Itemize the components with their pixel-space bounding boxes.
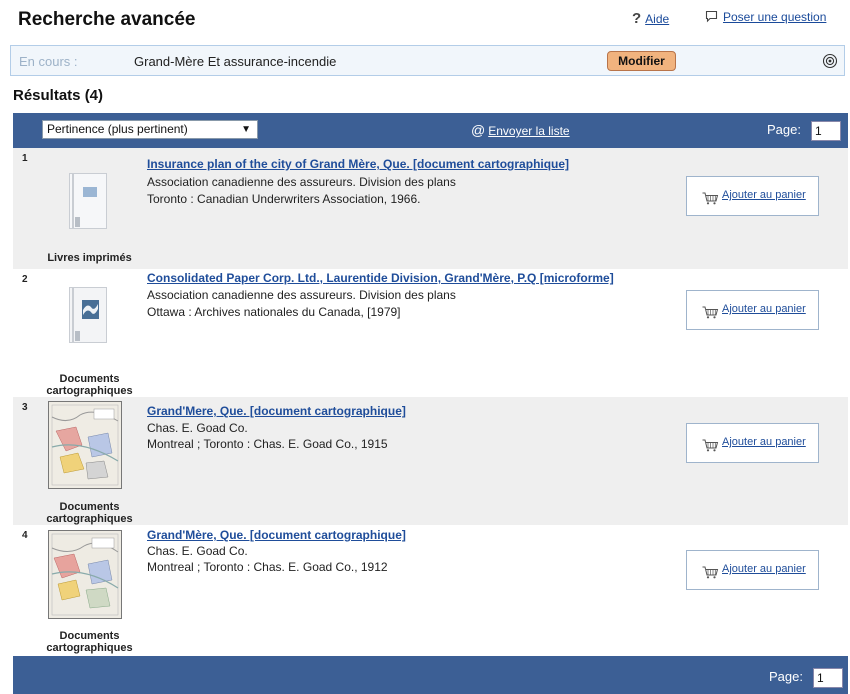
add-to-cart-button[interactable]: Ajouter au panier	[686, 550, 819, 590]
help-icon: ?	[632, 10, 642, 27]
result-publication: Montreal ; Toronto : Chas. E. Goad Co., …	[147, 437, 388, 451]
result-publication: Ottawa : Archives nationales du Canada, …	[147, 305, 401, 319]
result-row: 1 Livres imprimés Insurance plan of the …	[13, 148, 848, 269]
cart-icon	[702, 306, 719, 319]
page-input[interactable]: 1	[813, 668, 843, 688]
result-title-link[interactable]: Insurance plan of the city of Grand Mère…	[147, 157, 569, 171]
cart-icon	[702, 192, 719, 205]
result-number: 4	[22, 530, 28, 541]
document-type: Documents cartographiques	[46, 373, 133, 397]
add-to-cart-label: Ajouter au panier	[722, 563, 806, 575]
add-to-cart-button[interactable]: Ajouter au panier	[686, 290, 819, 330]
result-number: 2	[22, 274, 28, 285]
result-title-link[interactable]: Grand'Mère, Que. [document cartographiqu…	[147, 528, 406, 542]
results-title: Résultats (4)	[13, 87, 104, 104]
result-author: Association canadienne des assureurs. Di…	[147, 288, 456, 302]
result-title-link[interactable]: Grand'Mere, Que. [document cartographiqu…	[147, 404, 406, 418]
page-label: Page:	[767, 122, 801, 137]
page-title: Recherche avancée	[18, 9, 196, 30]
map-document-icon[interactable]	[69, 287, 107, 343]
cart-icon	[702, 439, 719, 452]
page-label: Page:	[769, 669, 803, 684]
ask-question-link[interactable]: Poser une question	[705, 10, 826, 24]
result-author: Chas. E. Goad Co.	[147, 544, 248, 558]
speech-bubble-icon	[705, 10, 718, 23]
add-to-cart-label: Ajouter au panier	[722, 303, 806, 315]
header: Recherche avancée ? Aide Poser une questi…	[0, 0, 850, 40]
result-author: Association canadienne des assureurs. Di…	[147, 175, 456, 189]
send-list-link[interactable]: @ Envoyer la liste	[471, 122, 570, 138]
results-toolbar-top: Pertinence (plus pertinent) ▼ @ Envoyer l…	[13, 113, 848, 148]
at-icon: @	[471, 122, 486, 138]
results-toolbar-bottom: Page: 1	[13, 656, 848, 694]
sort-select-value: Pertinence (plus pertinent)	[47, 122, 188, 136]
result-author: Chas. E. Goad Co.	[147, 421, 248, 435]
cart-icon	[702, 566, 719, 579]
document-type: Documents cartographiques	[46, 630, 133, 654]
result-row: 2 Documents cartographiques Consolidated…	[13, 269, 848, 397]
dropdown-arrow-icon: ▼	[241, 124, 251, 135]
page-input[interactable]: 1	[811, 121, 841, 141]
add-to-cart-button[interactable]: Ajouter au panier	[686, 423, 819, 463]
add-to-cart-label: Ajouter au panier	[722, 436, 806, 448]
results-list: 1 Livres imprimés Insurance plan of the …	[13, 148, 848, 656]
result-title-link[interactable]: Consolidated Paper Corp. Ltd., Laurentid…	[147, 271, 614, 285]
document-type: Livres imprimés	[47, 252, 132, 264]
map-thumbnail[interactable]	[48, 530, 122, 619]
document-type: Documents cartographiques	[46, 501, 133, 525]
clear-search-icon[interactable]	[822, 53, 838, 69]
result-row: 3 Documents cartographiques Grand'Mere, …	[13, 397, 848, 525]
current-search-query: Grand-Mère Et assurance-incendie	[134, 54, 337, 69]
help-link[interactable]: ? Aide	[632, 10, 669, 27]
send-list-label: Envoyer la liste	[488, 124, 570, 138]
sort-select[interactable]: Pertinence (plus pertinent) ▼	[42, 120, 258, 139]
printed-book-icon[interactable]	[69, 173, 107, 229]
current-search-label: En cours :	[19, 54, 78, 69]
result-number: 1	[22, 153, 28, 164]
add-to-cart-label: Ajouter au panier	[722, 189, 806, 201]
add-to-cart-button[interactable]: Ajouter au panier	[686, 176, 819, 216]
result-publication: Montreal ; Toronto : Chas. E. Goad Co., …	[147, 560, 388, 574]
help-label: Aide	[645, 12, 670, 26]
modify-button[interactable]: Modifier	[607, 51, 676, 71]
result-publication: Toronto : Canadian Underwriters Associat…	[147, 192, 421, 206]
map-thumbnail[interactable]	[48, 401, 122, 489]
result-number: 3	[22, 402, 28, 413]
ask-question-label: Poser une question	[723, 10, 827, 24]
current-search-box: En cours : Grand-Mère Et assurance-incen…	[10, 45, 845, 76]
result-row: 4 Documents cartographiques Grand'Mère, …	[13, 525, 848, 656]
